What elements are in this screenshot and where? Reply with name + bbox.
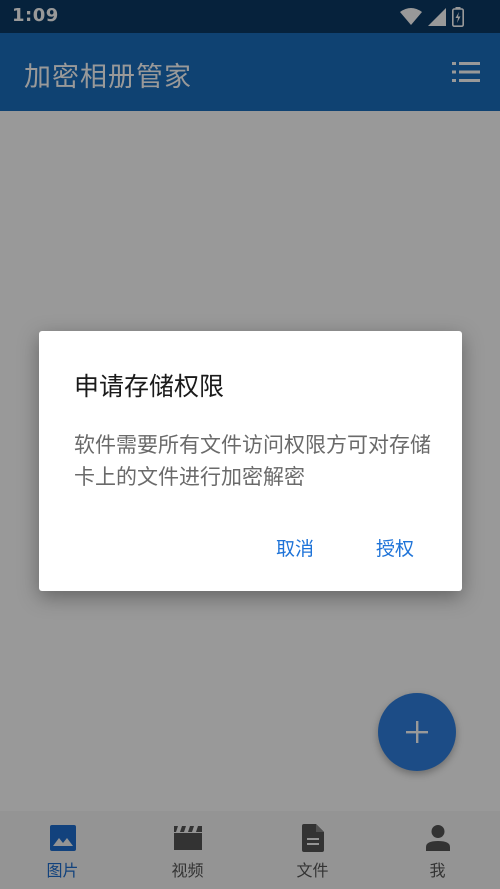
grant-button[interactable]: 授权 [376, 534, 414, 561]
dialog-title: 申请存储权限 [74, 372, 225, 401]
permission-dialog: 申请存储权限 软件需要所有文件访问权限方可对存储卡上的文件进行加密解密 取消 授… [39, 331, 462, 591]
cancel-button[interactable]: 取消 [276, 534, 314, 561]
dialog-message: 软件需要所有文件访问权限方可对存储卡上的文件进行加密解密 [74, 433, 431, 489]
